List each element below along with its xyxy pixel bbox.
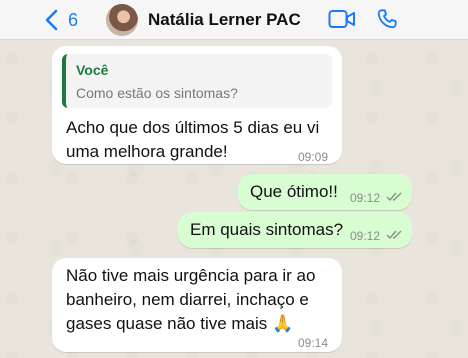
message-line: gases quase não tive mais 🙏 <box>66 314 294 333</box>
chevron-left-icon <box>45 9 58 31</box>
message-bubble-outgoing[interactable]: Que ótimo!! 09:12 <box>238 174 412 210</box>
message-text: Acho que dos últimos 5 dias eu vi uma me… <box>66 116 319 164</box>
message-text: Em quais sintomas? <box>190 220 344 239</box>
message-line: Acho que dos últimos 5 dias eu vi <box>66 118 320 137</box>
message-time: 09:14 <box>298 336 329 350</box>
message-bubble-outgoing[interactable]: Em quais sintomas? 09:12 <box>178 212 412 248</box>
double-check-icon <box>386 192 402 202</box>
avatar[interactable] <box>106 4 138 36</box>
message-line: Não tive mais urgência para ir ao <box>66 266 316 285</box>
message-bubble-incoming[interactable]: Você Como estão os sintomas? Acho que do… <box>52 46 342 164</box>
chat-header: 6 Natália Lerner PAC <box>0 0 468 40</box>
chat-background: Você Como estão os sintomas? Acho que do… <box>0 40 468 358</box>
message-line: banheiro, nem diarrei, inchaço e <box>66 290 309 309</box>
message-text: Não tive mais urgência para ir ao banhei… <box>66 264 315 336</box>
quoted-reply[interactable]: Você Como estão os sintomas? <box>62 54 332 108</box>
message-bubble-incoming[interactable]: Não tive mais urgência para ir ao banhei… <box>52 258 342 352</box>
phone-icon[interactable] <box>376 8 398 30</box>
video-camera-icon[interactable] <box>328 8 356 30</box>
message-time: 09:12 <box>350 229 381 243</box>
quoted-text: Como estão os sintomas? <box>76 85 238 101</box>
double-check-icon <box>386 230 402 240</box>
back-button[interactable]: 6 <box>44 6 78 34</box>
message-time: 09:09 <box>298 150 329 164</box>
message-text: Que ótimo!! <box>250 182 338 201</box>
message-line: uma melhora grande! <box>66 142 228 161</box>
unread-count: 6 <box>68 9 79 30</box>
quoted-author: Você <box>76 62 109 78</box>
message-time: 09:12 <box>350 191 381 205</box>
contact-name[interactable]: Natália Lerner PAC <box>148 10 301 30</box>
